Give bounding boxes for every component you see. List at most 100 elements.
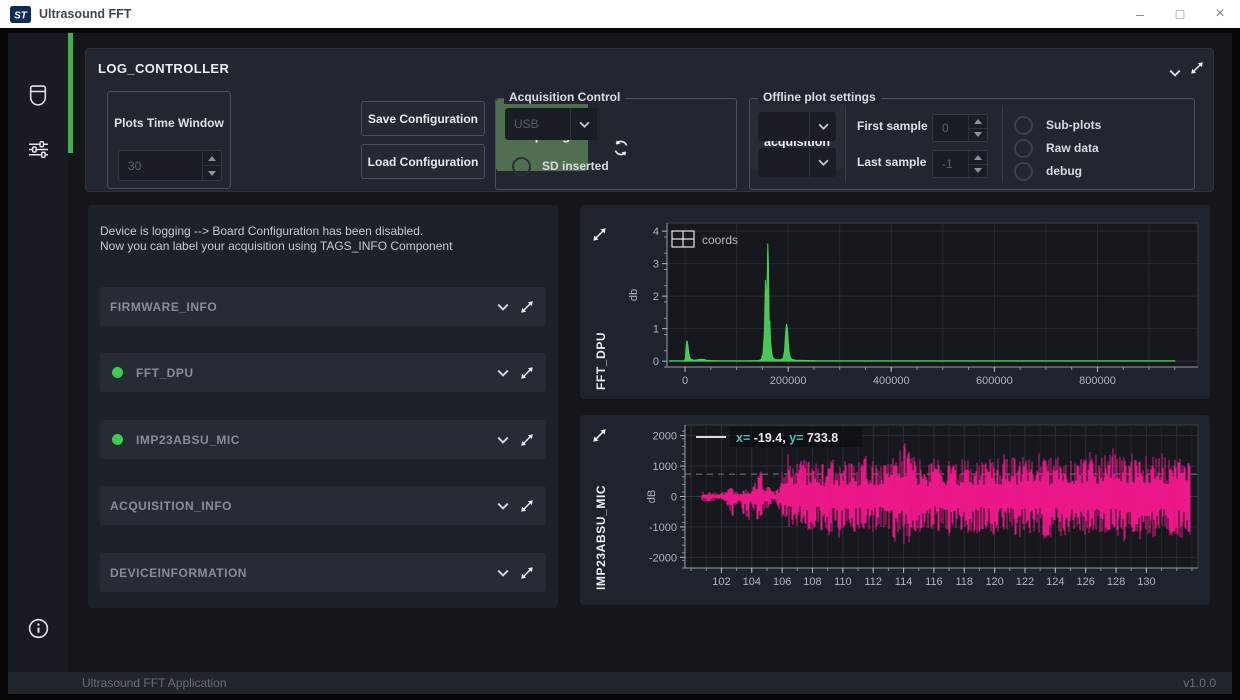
status-dot bbox=[112, 367, 123, 378]
plots-time-window-input[interactable]: 30 bbox=[118, 150, 222, 181]
svg-text:-2000: -2000 bbox=[649, 552, 677, 564]
chevron-down-icon[interactable] bbox=[497, 569, 509, 577]
chevron-down-icon bbox=[570, 108, 597, 140]
status-dot bbox=[112, 434, 123, 445]
sd-inserted-label: SD inserted bbox=[542, 159, 609, 173]
svg-text:122: 122 bbox=[1016, 576, 1034, 588]
svg-text:106: 106 bbox=[773, 576, 791, 588]
debug-label: debug bbox=[1046, 164, 1082, 178]
spin-up-button[interactable] bbox=[203, 151, 221, 166]
status-bar: Ultrasound FFT Application v1.0.0 bbox=[8, 672, 1232, 694]
sidebar-item-info[interactable] bbox=[8, 618, 68, 639]
svg-text:102: 102 bbox=[712, 576, 730, 588]
expand-icon[interactable] bbox=[520, 366, 534, 380]
chevron-down-icon bbox=[809, 112, 836, 141]
component-label: DEVICEINFORMATION bbox=[110, 566, 247, 580]
component-row-firmware-info[interactable]: FIRMWARE_INFO bbox=[100, 287, 546, 326]
window-controls: – □ × bbox=[1120, 0, 1240, 28]
interface-selected-value: USB bbox=[505, 108, 570, 140]
first-sample-label: First sample bbox=[857, 119, 928, 133]
svg-text:104: 104 bbox=[743, 576, 761, 588]
raw-data-radio[interactable] bbox=[1014, 139, 1033, 158]
expand-icon[interactable] bbox=[520, 300, 534, 314]
chevron-down-icon[interactable] bbox=[1169, 64, 1181, 82]
sd-inserted-radio[interactable] bbox=[512, 157, 531, 176]
chevron-down-icon[interactable] bbox=[497, 303, 509, 311]
component-row-acquisition-info[interactable]: ACQUISITION_INFO bbox=[100, 486, 546, 525]
component-row-fft-dpu[interactable]: FFT_DPU bbox=[100, 353, 546, 392]
plots-time-window-value: 30 bbox=[119, 151, 202, 180]
svg-text:-1000: -1000 bbox=[649, 522, 677, 534]
svg-text:0: 0 bbox=[671, 492, 677, 504]
svg-text:x= -19.4, y= 733.8: x= -19.4, y= 733.8 bbox=[736, 431, 838, 445]
offline-dropdown-1[interactable] bbox=[758, 112, 836, 141]
svg-text:112: 112 bbox=[864, 576, 882, 588]
log-controller-panel: LOG_CONTROLLER Plots Time Window 30 Save… bbox=[85, 48, 1214, 192]
spin-down-button[interactable] bbox=[969, 165, 987, 178]
svg-text:128: 128 bbox=[1107, 576, 1125, 588]
refresh-icon[interactable] bbox=[612, 139, 630, 162]
component-label: FFT_DPU bbox=[136, 366, 194, 380]
chevron-down-icon bbox=[809, 148, 836, 177]
svg-text:3: 3 bbox=[653, 259, 659, 271]
svg-text:1000: 1000 bbox=[653, 461, 677, 473]
active-page-indicator bbox=[68, 33, 73, 153]
svg-text:800000: 800000 bbox=[1079, 375, 1116, 387]
acquisition-control-group: Acquisition Control USB SD inserted Stop… bbox=[495, 98, 737, 190]
spin-up-button[interactable] bbox=[969, 151, 987, 165]
svg-text:ST: ST bbox=[14, 10, 28, 21]
minimize-button[interactable]: – bbox=[1120, 0, 1160, 28]
app-version: v1.0.0 bbox=[1183, 676, 1232, 690]
fft-dpu-plot[interactable]: 020000040000060000080000001234dbcoords bbox=[586, 217, 1204, 389]
status-message-line1: Device is logging --> Board Configuratio… bbox=[100, 224, 423, 238]
save-configuration-button[interactable]: Save Configuration bbox=[361, 101, 485, 136]
offline-plot-settings-legend: Offline plot settings bbox=[758, 90, 881, 104]
chevron-down-icon[interactable] bbox=[497, 436, 509, 444]
components-container: Device is logging --> Board Configuratio… bbox=[88, 205, 558, 608]
last-sample-label: Last sample bbox=[857, 155, 926, 169]
spin-down-button[interactable] bbox=[203, 166, 221, 180]
svg-text:0: 0 bbox=[653, 356, 659, 368]
maximize-button[interactable]: □ bbox=[1160, 0, 1200, 28]
close-button[interactable]: × bbox=[1200, 0, 1240, 28]
divider bbox=[845, 105, 846, 183]
offline-dropdown-2-value bbox=[758, 148, 809, 177]
imp23absu-mic-plot[interactable]: 1021041061081101121141161181201221241261… bbox=[586, 421, 1204, 595]
svg-text:600000: 600000 bbox=[976, 375, 1013, 387]
spin-up-button[interactable] bbox=[969, 115, 987, 129]
svg-text:116: 116 bbox=[925, 576, 943, 588]
first-sample-value: 0 bbox=[933, 115, 968, 141]
sidebar bbox=[8, 33, 68, 672]
component-row-deviceinformation[interactable]: DEVICEINFORMATION bbox=[100, 553, 546, 592]
expand-icon[interactable] bbox=[1190, 61, 1204, 80]
svg-text:114: 114 bbox=[895, 576, 913, 588]
expand-icon[interactable] bbox=[520, 566, 534, 580]
svg-text:124: 124 bbox=[1046, 576, 1064, 588]
plots-time-window-group: Plots Time Window 30 bbox=[107, 91, 231, 189]
svg-text:2000: 2000 bbox=[653, 431, 677, 443]
expand-icon[interactable] bbox=[520, 499, 534, 513]
sub-plots-radio[interactable] bbox=[1014, 116, 1033, 135]
offline-dropdown-2[interactable] bbox=[758, 148, 836, 177]
expand-icon[interactable] bbox=[520, 433, 534, 447]
spin-down-button[interactable] bbox=[969, 129, 987, 142]
svg-text:118: 118 bbox=[955, 576, 973, 588]
app-name: Ultrasound FFT Application bbox=[8, 676, 227, 690]
board-icon bbox=[27, 85, 49, 108]
component-label: FIRMWARE_INFO bbox=[110, 300, 217, 314]
interface-select[interactable]: USB bbox=[505, 108, 597, 140]
raw-data-label: Raw data bbox=[1046, 141, 1099, 155]
tune-icon bbox=[29, 141, 48, 158]
titlebar: ST Ultrasound FFT – □ × bbox=[0, 0, 1240, 28]
info-icon bbox=[28, 618, 49, 639]
first-sample-input[interactable]: 0 bbox=[932, 114, 988, 142]
sidebar-item-board[interactable] bbox=[8, 85, 68, 108]
chevron-down-icon[interactable] bbox=[497, 369, 509, 377]
offline-plot-settings-group: Offline plot settings First sample 0 Las… bbox=[749, 98, 1195, 190]
last-sample-input[interactable]: -1 bbox=[932, 150, 988, 178]
sidebar-item-settings[interactable] bbox=[8, 141, 68, 158]
debug-radio[interactable] bbox=[1014, 162, 1033, 181]
component-row-imp23absu-mic[interactable]: IMP23ABSU_MIC bbox=[100, 420, 546, 459]
load-configuration-button[interactable]: Load Configuration bbox=[361, 144, 485, 179]
chevron-down-icon[interactable] bbox=[497, 502, 509, 510]
